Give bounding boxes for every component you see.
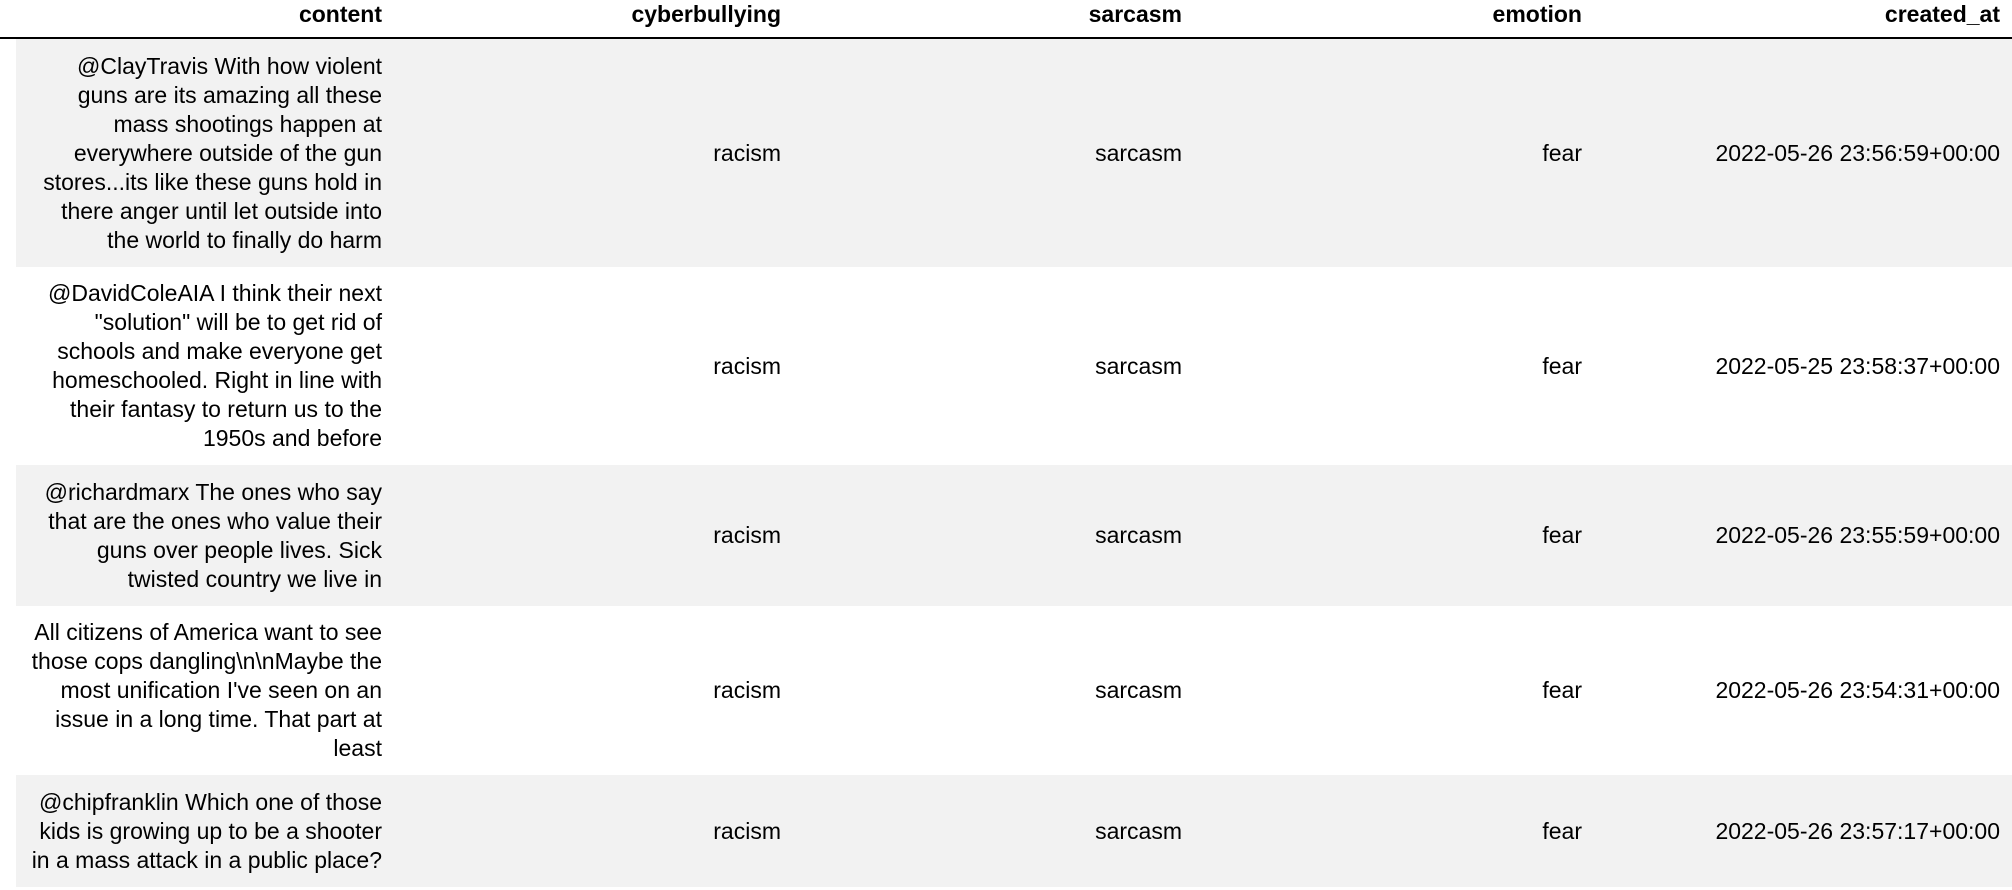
cell-cyberbullying: racism bbox=[394, 465, 793, 606]
column-header-sarcasm[interactable]: sarcasm bbox=[793, 0, 1194, 39]
cell-cyberbullying: racism bbox=[394, 267, 793, 465]
table-row: @ClayTravis With how violent guns are it… bbox=[0, 38, 2012, 267]
cell-content: @chipfranklin Which one of those kids is… bbox=[16, 775, 394, 887]
cell-content: @richardmarx The ones who say that are t… bbox=[16, 465, 394, 606]
header-gutter bbox=[0, 0, 16, 39]
cell-cyberbullying: racism bbox=[394, 606, 793, 775]
cell-sarcasm: sarcasm bbox=[793, 465, 1194, 606]
table-row: @DavidColeAIA I think their next "soluti… bbox=[0, 267, 2012, 465]
cell-emotion: fear bbox=[1194, 606, 1594, 775]
cell-sarcasm: sarcasm bbox=[793, 267, 1194, 465]
column-header-created-at[interactable]: created_at bbox=[1594, 0, 2012, 39]
cell-emotion: fear bbox=[1194, 775, 1594, 887]
cell-created-at: 2022-05-26 23:56:59+00:00 bbox=[1594, 38, 2012, 267]
column-header-cyberbullying[interactable]: cyberbullying bbox=[394, 0, 793, 39]
column-header-content[interactable]: content bbox=[16, 0, 394, 39]
column-header-emotion[interactable]: emotion bbox=[1194, 0, 1594, 39]
cell-emotion: fear bbox=[1194, 267, 1594, 465]
cell-created-at: 2022-05-25 23:58:37+00:00 bbox=[1594, 267, 2012, 465]
cell-emotion: fear bbox=[1194, 465, 1594, 606]
cell-content: @DavidColeAIA I think their next "soluti… bbox=[16, 267, 394, 465]
table-row: All citizens of America want to see thos… bbox=[0, 606, 2012, 775]
cell-cyberbullying: racism bbox=[394, 38, 793, 267]
table-row: @richardmarx The ones who say that are t… bbox=[0, 465, 2012, 606]
table-row: @chipfranklin Which one of those kids is… bbox=[0, 775, 2012, 887]
cell-sarcasm: sarcasm bbox=[793, 606, 1194, 775]
cell-created-at: 2022-05-26 23:55:59+00:00 bbox=[1594, 465, 2012, 606]
cell-created-at: 2022-05-26 23:57:17+00:00 bbox=[1594, 775, 2012, 887]
table-body: @ClayTravis With how violent guns are it… bbox=[0, 38, 2012, 887]
cell-content: All citizens of America want to see thos… bbox=[16, 606, 394, 775]
cell-sarcasm: sarcasm bbox=[793, 775, 1194, 887]
cell-sarcasm: sarcasm bbox=[793, 38, 1194, 267]
cell-created-at: 2022-05-26 23:54:31+00:00 bbox=[1594, 606, 2012, 775]
header-row: content cyberbullying sarcasm emotion cr… bbox=[0, 0, 2012, 39]
cell-cyberbullying: racism bbox=[394, 775, 793, 887]
table-header: content cyberbullying sarcasm emotion cr… bbox=[0, 0, 2012, 39]
data-table: content cyberbullying sarcasm emotion cr… bbox=[0, 0, 2012, 887]
cell-content: @ClayTravis With how violent guns are it… bbox=[16, 38, 394, 267]
cell-emotion: fear bbox=[1194, 38, 1594, 267]
